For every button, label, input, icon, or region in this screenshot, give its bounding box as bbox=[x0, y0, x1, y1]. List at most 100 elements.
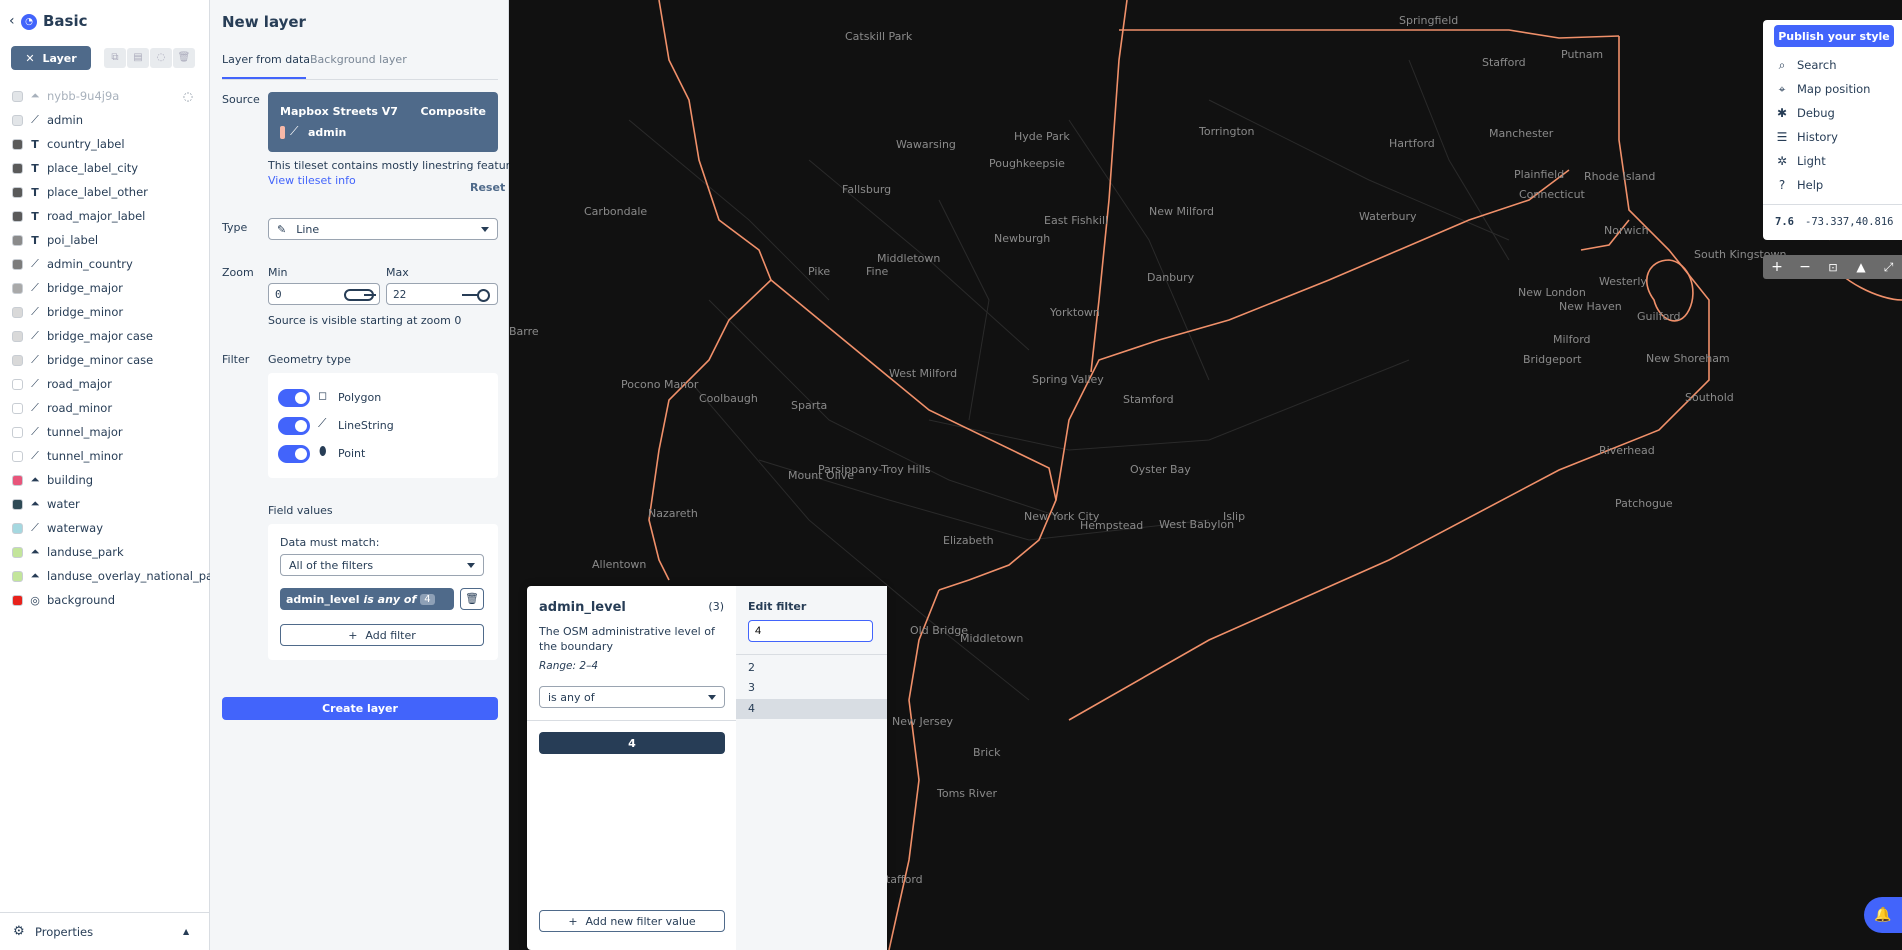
value-option[interactable]: 3 bbox=[736, 678, 887, 698]
add-filter-value-button[interactable]: + Add new filter value bbox=[539, 910, 725, 932]
layer-item[interactable]: Tplace_label_city bbox=[0, 156, 210, 180]
layer-name: bridge_major case bbox=[47, 329, 153, 343]
fill-icon: ⏶ bbox=[30, 497, 40, 510]
map-place-label: Brick bbox=[973, 746, 1001, 759]
map-place-label: Plainfield bbox=[1514, 168, 1565, 181]
layer-item[interactable]: ⏶ landuse_park bbox=[0, 540, 210, 564]
layer-item[interactable]: Tpoi_label bbox=[0, 228, 210, 252]
layer-item[interactable]: Troad_major_label bbox=[0, 204, 210, 228]
map-place-label: Catskill Park bbox=[845, 30, 913, 43]
tab-layer-from-data[interactable]: Layer from data bbox=[222, 53, 310, 66]
hidden-eye-icon[interactable]: ◌ bbox=[183, 89, 193, 103]
map-place-label: Poughkeepsie bbox=[989, 157, 1065, 170]
layer-item[interactable]: ⟋ road_major bbox=[0, 372, 210, 396]
filter-value-search-input[interactable] bbox=[748, 620, 873, 642]
field-values-label: Field values bbox=[268, 504, 333, 517]
toolbar-item-map-position[interactable]: ⌖ Map position bbox=[1775, 78, 1871, 100]
toolbar-item-history[interactable]: ☰ History bbox=[1775, 126, 1838, 148]
selected-value-chip[interactable]: 4 bbox=[539, 732, 725, 754]
layer-name: landuse_park bbox=[47, 545, 124, 559]
filter-chip[interactable]: admin_level is any of 4 bbox=[280, 588, 454, 610]
max-zoom-slider[interactable] bbox=[477, 289, 490, 302]
layer-item[interactable]: Tplace_label_other bbox=[0, 180, 210, 204]
toolbar-item-help[interactable]: ? Help bbox=[1775, 174, 1823, 196]
layer-color-swatch bbox=[12, 402, 23, 414]
layer-item[interactable]: ⟋ road_minor bbox=[0, 396, 210, 420]
value-option[interactable]: 2 bbox=[736, 658, 887, 678]
create-layer-button[interactable]: Create layer bbox=[222, 697, 498, 720]
map-place-label: Toms River bbox=[937, 787, 998, 800]
layers-sidebar: ‹ ◔ Basic ✕ Layer ⧉ ▤ ◌ 🗑 ⏶ nybb-9u4j9a ◌ ⟋ a… bbox=[0, 0, 224, 950]
layer-item[interactable]: ⏶ building bbox=[0, 468, 210, 492]
reset-link[interactable]: Reset bbox=[470, 181, 505, 194]
map-place-label: Fallsburg bbox=[842, 183, 892, 196]
map-place-label: Patchogue bbox=[1615, 497, 1673, 510]
tabs-divider bbox=[222, 79, 498, 80]
layer-item[interactable]: ⟋ admin_country bbox=[0, 252, 210, 276]
delete-layer-button[interactable]: 🗑 bbox=[173, 48, 195, 68]
line-icon: ⟋ bbox=[31, 521, 39, 534]
lock-icon[interactable]: ⊡ bbox=[1819, 261, 1847, 274]
map-place-label: Southold bbox=[1685, 391, 1734, 404]
source-card[interactable]: Mapbox Streets V7 Composite ⟋ admin bbox=[268, 92, 498, 152]
value-option-selected[interactable]: 4 bbox=[736, 699, 887, 719]
max-label: Max bbox=[386, 266, 409, 279]
view-tileset-link[interactable]: View tileset info bbox=[268, 174, 356, 187]
max-zoom-input[interactable]: 22 bbox=[386, 283, 498, 305]
notification-bell-button[interactable]: 🔔 bbox=[1864, 897, 1902, 933]
layer-item[interactable]: ◎ background bbox=[0, 588, 210, 612]
hide-layer-button[interactable]: ◌ bbox=[150, 48, 172, 68]
type-select[interactable]: ✎ Line bbox=[268, 218, 498, 240]
layer-item[interactable]: ⟋ bridge_major case bbox=[0, 324, 210, 348]
map-place-label: West Milford bbox=[889, 367, 958, 380]
layer-item[interactable]: ⟋ tunnel_minor bbox=[0, 444, 210, 468]
duplicate-layer-button[interactable]: ⧉ bbox=[104, 48, 126, 68]
zoom-in-button[interactable]: + bbox=[1763, 259, 1791, 275]
publish-button[interactable]: Publish your style bbox=[1774, 25, 1894, 47]
operator-select[interactable]: is any of bbox=[539, 686, 725, 708]
layer-item[interactable]: ⟋ bridge_minor bbox=[0, 300, 210, 324]
point-icon: ⬮ bbox=[319, 444, 327, 458]
compass-icon[interactable]: ▲ bbox=[1847, 260, 1875, 274]
layer-item[interactable]: ⟋ bridge_minor case bbox=[0, 348, 210, 372]
add-filter-button[interactable]: + Add filter bbox=[280, 624, 484, 646]
source-note: This tileset contains mostly linestring … bbox=[268, 159, 526, 172]
layer-item[interactable]: Tcountry_label bbox=[0, 132, 210, 156]
toolbar-item-search[interactable]: ⌕ Search bbox=[1775, 54, 1837, 76]
min-zoom-input[interactable]: 0 bbox=[268, 283, 380, 305]
toolbar-item-debug[interactable]: ✱ Debug bbox=[1775, 102, 1835, 124]
zoom-out-button[interactable]: − bbox=[1791, 259, 1819, 275]
layer-item[interactable]: ⟋ waterway bbox=[0, 516, 210, 540]
back-icon[interactable]: ‹ bbox=[9, 13, 15, 29]
delete-filter-button[interactable]: 🗑 bbox=[460, 588, 484, 610]
match-select[interactable]: All of the filters bbox=[280, 554, 484, 576]
fullscreen-icon[interactable]: ⤢ bbox=[1875, 260, 1902, 275]
linestring-toggle[interactable] bbox=[278, 417, 310, 435]
layer-name: tunnel_minor bbox=[47, 449, 123, 463]
layer-item[interactable]: ⟋ tunnel_major bbox=[0, 420, 210, 444]
point-toggle[interactable] bbox=[278, 445, 310, 463]
tab-background-layer[interactable]: Background layer bbox=[310, 53, 407, 66]
linestring-label: LineString bbox=[338, 419, 394, 432]
layer-name: bridge_minor bbox=[47, 305, 124, 319]
line-icon: ⟋ bbox=[31, 305, 39, 318]
map-place-label: Putnam bbox=[1561, 48, 1604, 61]
map-place-label: New Milford bbox=[1149, 205, 1215, 218]
layer-item[interactable]: ⏶ water bbox=[0, 492, 210, 516]
type-label: Type bbox=[222, 221, 248, 234]
layer-button[interactable]: ✕ Layer bbox=[11, 46, 91, 70]
toolbar-item-light[interactable]: ✲ Light bbox=[1775, 150, 1826, 172]
polygon-toggle[interactable] bbox=[278, 389, 310, 407]
map-place-label: Hyde Park bbox=[1014, 130, 1070, 143]
map-place-label: New York City bbox=[1024, 510, 1100, 523]
group-layer-button[interactable]: ▤ bbox=[127, 48, 149, 68]
map-place-label: Pocono Manor bbox=[621, 378, 699, 391]
layer-item[interactable]: ⟋ admin bbox=[0, 108, 210, 132]
map-place-label: Danbury bbox=[1147, 271, 1195, 284]
line-icon: ⟋ bbox=[31, 281, 39, 294]
layer-name: bridge_major bbox=[47, 281, 123, 295]
layer-item[interactable]: ⟋ bridge_major bbox=[0, 276, 210, 300]
layer-item[interactable]: ⏶ landuse_overlay_national_park bbox=[0, 564, 224, 588]
properties-bar[interactable]: ⚙ Properties ▲ bbox=[0, 912, 210, 950]
layer-item[interactable]: ⏶ nybb-9u4j9a ◌ bbox=[0, 84, 210, 108]
